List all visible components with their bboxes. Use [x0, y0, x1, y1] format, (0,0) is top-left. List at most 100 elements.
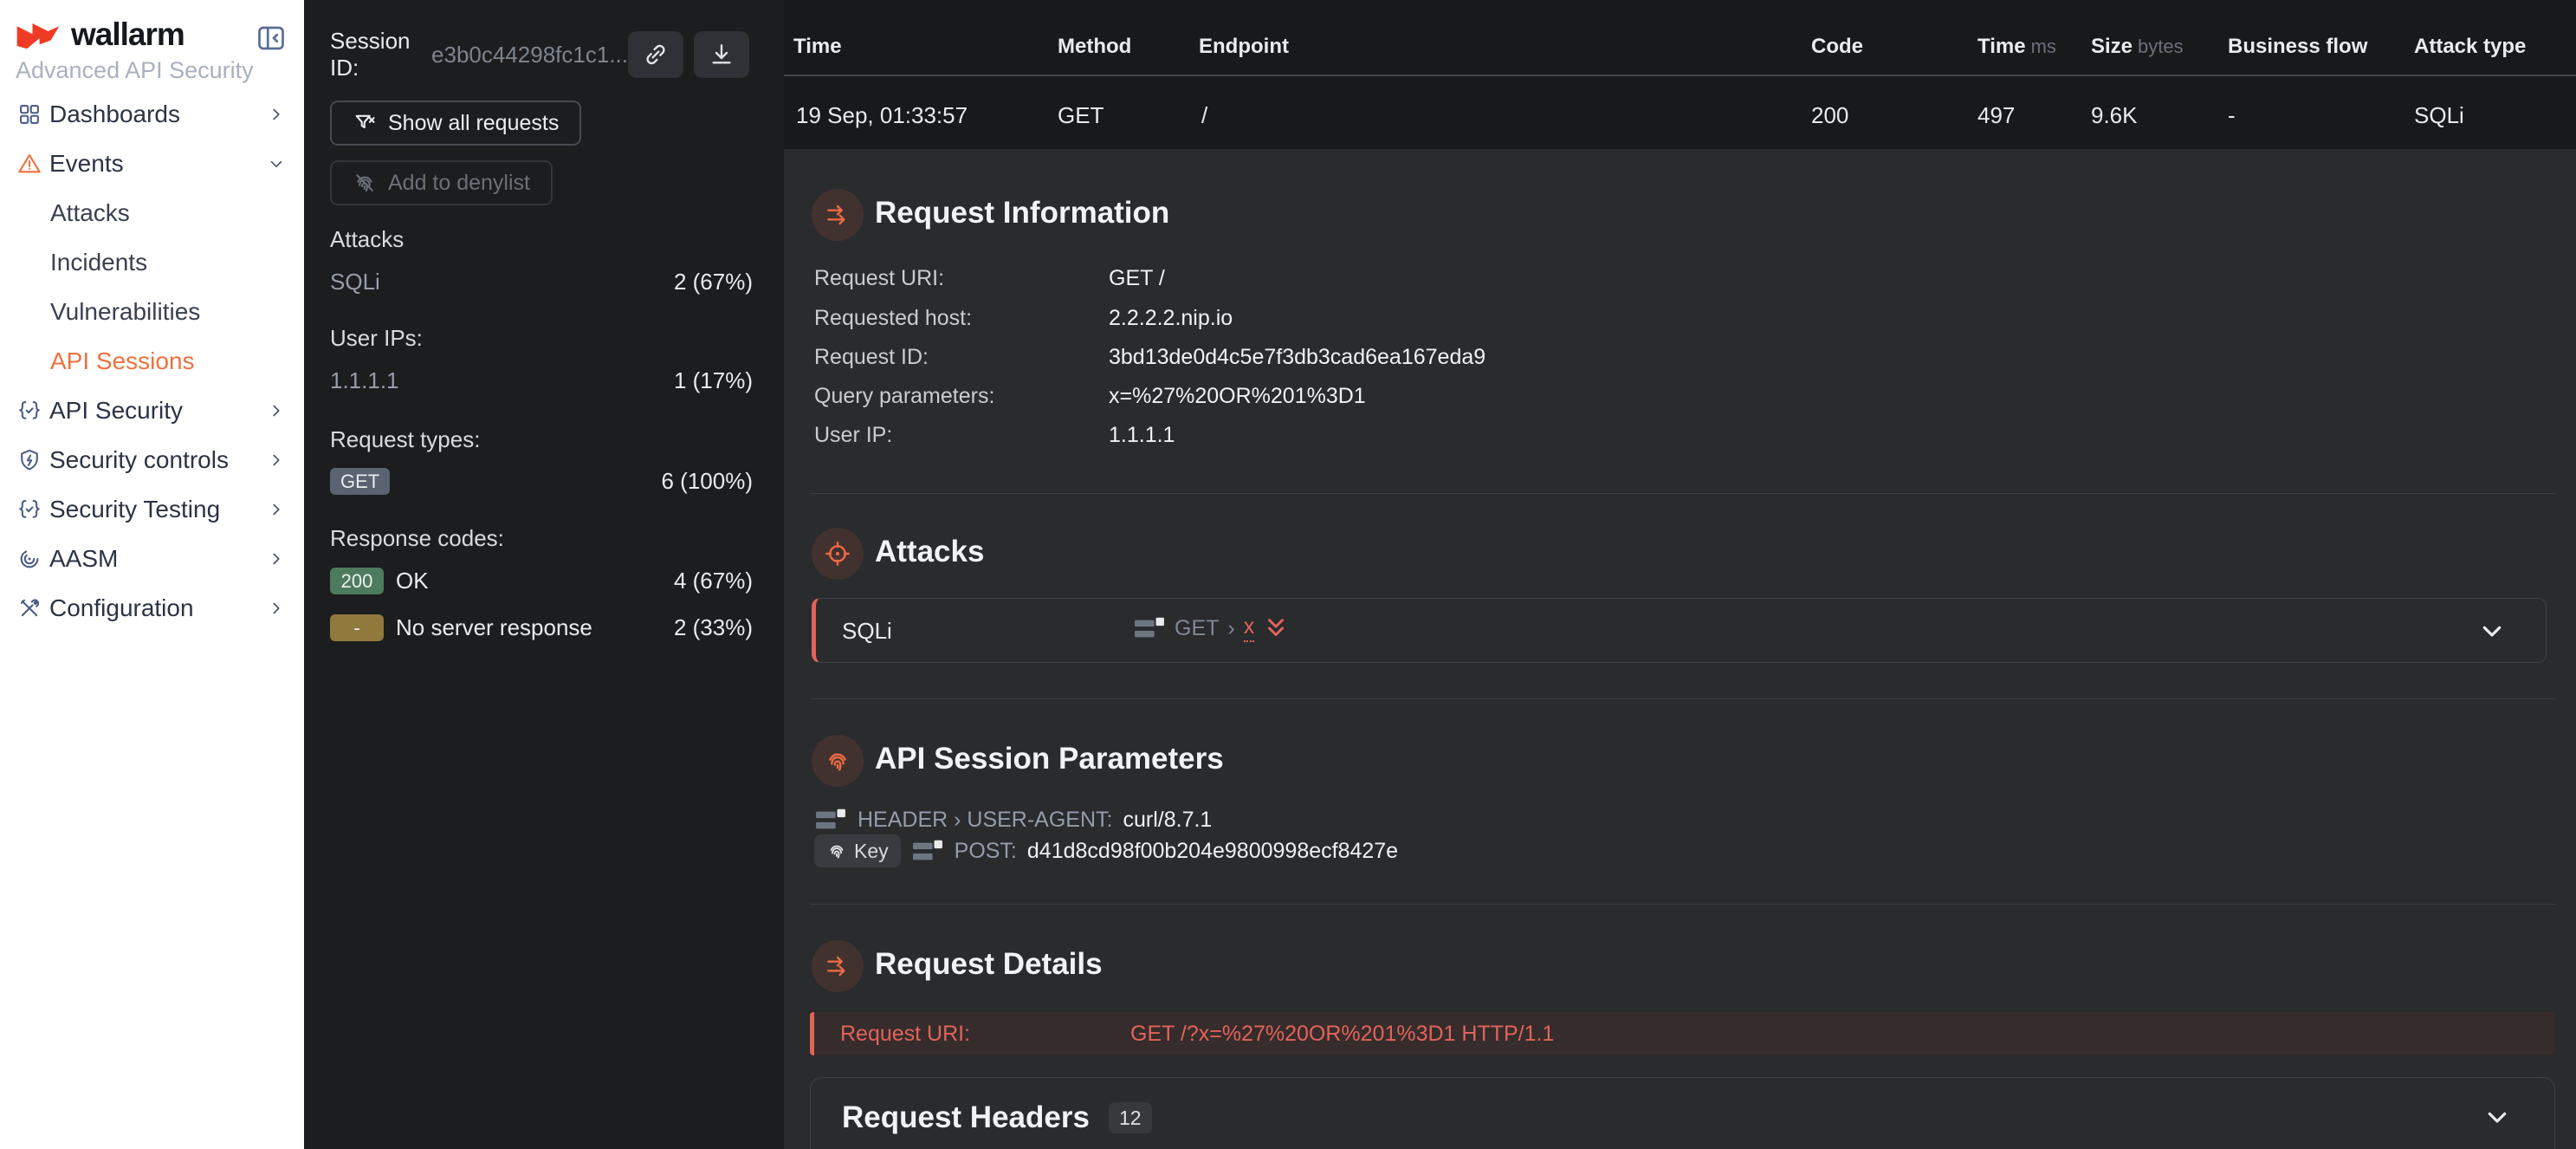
attacks-summary-title: Attacks — [330, 226, 404, 253]
sidebar-item-label: Configuration — [49, 594, 194, 622]
key-badge: Key — [814, 834, 901, 867]
expand-headers-icon[interactable] — [2483, 1104, 2511, 1132]
user-ip-count: 1 (17%) — [674, 367, 753, 394]
session-id-label: Session ID: — [330, 28, 421, 81]
sidebar-item-label: API Security — [49, 397, 183, 425]
chevron-down-icon — [267, 154, 286, 173]
column-time[interactable]: Time — [793, 35, 842, 59]
section-divider — [810, 904, 2555, 905]
status-code-label: No server response — [396, 614, 592, 641]
chevron-right-icon — [267, 500, 286, 519]
column-attack-type[interactable]: Attack type — [2414, 35, 2526, 59]
sidebar-item-api-sessions[interactable]: API Sessions — [0, 336, 304, 386]
user-ip-row[interactable]: 1.1.1.1 1 (17%) — [330, 367, 753, 394]
sidebar: wallarm Advanced API Security Dashboards… — [0, 0, 304, 1149]
chevron-right-icon — [267, 401, 286, 420]
main-content: Time Method Endpoint Code Timems Sizebyt… — [784, 0, 2576, 1149]
cell-method: GET — [1058, 102, 1104, 129]
attack-count: 2 (67%) — [674, 269, 753, 295]
sidebar-item-aasm[interactable]: AASM — [0, 534, 304, 583]
attack-parameter: GET › x — [1133, 614, 1289, 642]
warning-triangle-icon — [17, 152, 42, 176]
session-parameters-icon — [812, 735, 864, 787]
attack-stat-row[interactable]: SQLi 2 (67%) — [330, 269, 753, 295]
fingerprint-icon — [824, 747, 851, 775]
params-icon — [1133, 614, 1166, 642]
info-row: Query parameters:x=%27%20OR%201%3D1 — [814, 384, 994, 410]
cell-attack-type: SQLi — [2414, 102, 2464, 129]
sidebar-item-label: AASM — [49, 545, 118, 573]
download-button[interactable] — [694, 31, 749, 78]
cell-response-time: 497 — [1977, 102, 2015, 129]
request-type-count: 6 (100%) — [662, 468, 754, 495]
arrows-right-icon — [824, 201, 851, 229]
crosshair-icon — [824, 540, 851, 568]
request-headers-card[interactable]: Request Headers 12 — [810, 1077, 2555, 1149]
column-endpoint[interactable]: Endpoint — [1199, 35, 1289, 59]
sidebar-collapse-icon[interactable] — [256, 23, 287, 54]
request-headers-header: Request Headers 12 — [842, 1100, 1152, 1135]
attack-card-sqli[interactable]: SQLi GET › x — [812, 598, 2547, 663]
sidebar-nav: Dashboards Events Attacks Incidents Vuln… — [0, 89, 304, 633]
sidebar-item-label: Security controls — [49, 446, 229, 474]
request-types-title: Request types: — [330, 426, 480, 453]
sidebar-item-api-security[interactable]: API Security — [0, 386, 304, 435]
session-summary-panel: Session ID: e3b0c44298fc1c1... Show all … — [304, 0, 784, 1149]
response-code-row[interactable]: 200 OK 4 (67%) — [330, 568, 753, 594]
request-uri-value: GET /?x=%27%20OR%201%3D1 HTTP/1.1 — [1130, 1022, 1554, 1047]
column-size[interactable]: Sizebytes — [2091, 35, 2184, 59]
request-details-title: Request Details — [875, 947, 1103, 982]
add-to-denylist-button[interactable]: Add to denylist — [330, 160, 553, 205]
show-all-requests-button[interactable]: Show all requests — [330, 101, 581, 146]
request-headers-title: Request Headers — [842, 1100, 1090, 1135]
chevron-right-icon — [267, 105, 286, 124]
fingerprint-off-icon — [353, 171, 377, 195]
status-code-badge: 200 — [330, 568, 384, 594]
parameter-value: d41d8cd98f00b204e9800998ecf8427e — [1027, 839, 1398, 864]
sidebar-item-incidents[interactable]: Incidents — [0, 237, 304, 287]
session-parameter-line: Key POST: d41d8cd98f00b204e9800998ecf842… — [814, 834, 1398, 867]
sidebar-item-events[interactable]: Events — [0, 139, 304, 188]
info-row: Requested host:2.2.2.2.nip.io — [814, 306, 972, 332]
show-all-requests-label: Show all requests — [388, 111, 559, 136]
parameter-path: HEADER › USER-AGENT: — [858, 808, 1112, 833]
response-code-row[interactable]: - No server response 2 (33%) — [330, 614, 753, 641]
sidebar-item-label: Dashboards — [49, 101, 180, 128]
brand-subtitle: Advanced API Security — [16, 57, 254, 84]
headers-count-badge: 12 — [1109, 1102, 1152, 1133]
request-details-icon — [812, 940, 864, 992]
cell-size: 9.6K — [2091, 102, 2138, 129]
sidebar-item-dashboards[interactable]: Dashboards — [0, 89, 304, 139]
arrows-right-icon — [824, 952, 851, 980]
section-divider — [810, 493, 2555, 494]
double-chevron-down-icon — [1263, 615, 1289, 641]
sidebar-item-security-controls[interactable]: Security controls — [0, 435, 304, 484]
column-business-flow[interactable]: Business flow — [2228, 35, 2367, 59]
info-row: Request ID:3bd13de0d4c5e7f3db3cad6ea167e… — [814, 345, 929, 371]
add-to-denylist-label: Add to denylist — [388, 171, 530, 196]
chevron-right-icon — [267, 599, 286, 618]
tools-icon — [17, 596, 42, 620]
info-row: User IP:1.1.1.1 — [814, 423, 892, 449]
attack-param-separator: › — [1227, 616, 1234, 641]
cell-code: 200 — [1811, 102, 1848, 129]
response-codes-title: Response codes: — [330, 525, 504, 552]
column-response-time[interactable]: Timems — [1977, 35, 2056, 59]
sidebar-item-security-testing[interactable]: Security Testing — [0, 484, 304, 534]
request-uri-label: Request URI: — [840, 1022, 970, 1047]
attack-param-name[interactable]: x — [1244, 614, 1255, 642]
sidebar-item-attacks[interactable]: Attacks — [0, 188, 304, 237]
method-badge: GET — [330, 468, 390, 495]
column-method[interactable]: Method — [1058, 35, 1131, 59]
status-code-badge: - — [330, 614, 384, 641]
malicious-uri-row: Request URI: GET /?x=%27%20OR%201%3D1 HT… — [810, 1012, 2555, 1055]
sidebar-item-vulnerabilities[interactable]: Vulnerabilities — [0, 287, 304, 336]
request-type-row[interactable]: GET 6 (100%) — [330, 468, 753, 495]
response-code-count: 2 (33%) — [674, 614, 753, 641]
column-code[interactable]: Code — [1811, 35, 1863, 59]
copy-link-button[interactable] — [628, 31, 683, 78]
sidebar-item-configuration[interactable]: Configuration — [0, 583, 304, 633]
expand-attack-icon[interactable] — [2478, 618, 2506, 646]
params-icon — [911, 837, 944, 865]
request-table-row[interactable]: 19 Sep, 01:33:57 GET / 200 497 9.6K - SQ… — [784, 78, 2576, 149]
